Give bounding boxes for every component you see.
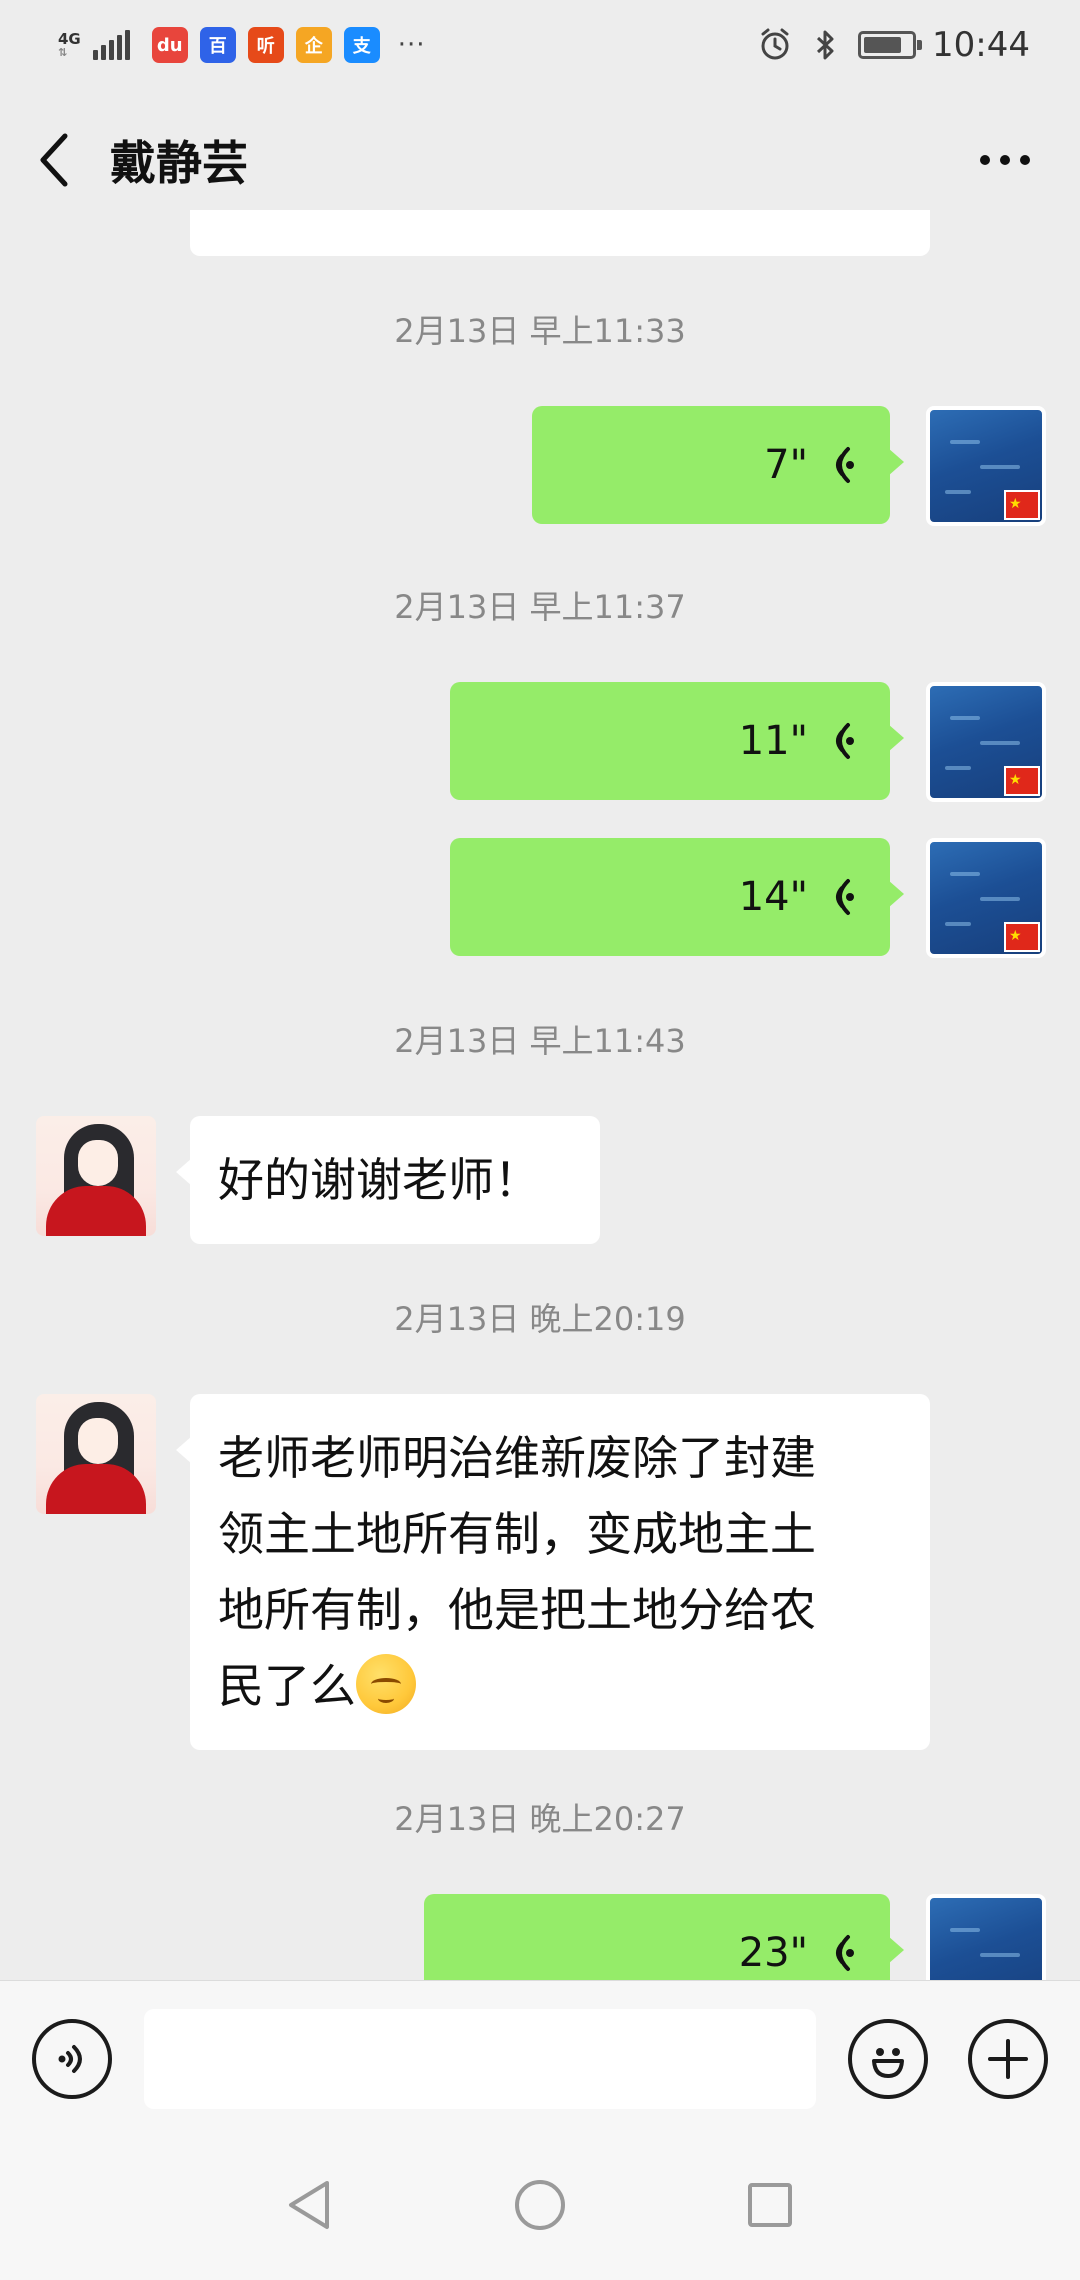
text-bubble[interactable]: 老师老师明治维新废除了封建 领主土地所有制，变成地主土 地所有制，他是把土地分给…	[176, 1394, 930, 1750]
text-bubble[interactable]: 好的谢谢老师！	[176, 1116, 600, 1244]
penguin-app-icon: 企	[295, 27, 332, 63]
message-line: 地所有制，他是把土地分给农	[218, 1583, 816, 1637]
voice-duration: 11"	[738, 718, 808, 764]
china-flag-icon: ★	[1004, 766, 1040, 796]
alarm-icon	[761, 28, 789, 60]
voice-wave-icon	[836, 723, 854, 759]
bluetooth-icon	[816, 30, 834, 60]
voice-bubble[interactable]: 11"	[450, 682, 904, 800]
nav-back-button[interactable]	[268, 2165, 348, 2245]
shy-face-emoji-icon	[356, 1654, 416, 1714]
my-avatar[interactable]	[926, 1894, 1046, 1980]
back-arrow-icon	[40, 133, 68, 187]
back-button[interactable]	[0, 110, 110, 210]
baidu-map-icon: du	[151, 27, 188, 63]
more-options-button[interactable]	[960, 110, 1050, 210]
plus-icon	[988, 2039, 1028, 2079]
status-bar: 4G ⇅ du 百听企支 ··· 10:44	[0, 0, 1080, 90]
my-avatar[interactable]: ★	[926, 838, 1046, 958]
chat-header: 戴静芸	[0, 110, 1080, 210]
timestamp: 2月13日 晚上20:19	[394, 1300, 686, 1338]
timestamp: 2月13日 早上11:33	[394, 312, 686, 350]
voice-duration: 14"	[738, 874, 808, 920]
voice-duration: 7"	[764, 442, 808, 488]
listen-app-icon: 听	[247, 27, 284, 63]
triangle-back-icon	[289, 2181, 329, 2229]
voice-duration: 23"	[738, 1930, 808, 1976]
input-bar	[0, 1980, 1080, 2135]
voice-wave-icon	[836, 879, 854, 915]
chat-title: 戴静芸	[110, 136, 248, 190]
data-arrows-icon: ⇅	[58, 46, 68, 59]
voice-wave-icon	[836, 1935, 854, 1971]
notification-icons: du 百听企支	[151, 27, 380, 63]
system-nav-bar	[0, 2135, 1080, 2280]
my-avatar[interactable]: ★	[926, 682, 1046, 802]
dot-icon	[980, 155, 990, 165]
network-indicator: 4G ⇅	[58, 30, 81, 59]
china-flag-icon: ★	[1004, 922, 1040, 952]
battery-level	[864, 37, 901, 53]
dot-icon	[1020, 155, 1030, 165]
more-notifications-icon: ···	[397, 30, 426, 60]
voice-mode-icon	[58, 2045, 82, 2073]
square-recents-icon	[748, 2183, 792, 2227]
voice-bubble[interactable]: 14"	[450, 838, 904, 956]
contact-avatar[interactable]	[36, 1116, 156, 1236]
timestamp: 2月13日 晚上20:27	[394, 1800, 686, 1838]
message-input[interactable]	[144, 2009, 816, 2109]
message-line: 老师老师明治维新废除了封建	[218, 1431, 816, 1485]
more-functions-button[interactable]	[968, 2019, 1048, 2099]
voice-wave-icon	[836, 447, 854, 483]
voice-bubble[interactable]: 23"	[424, 1894, 904, 1980]
voice-input-button[interactable]	[32, 2019, 112, 2099]
emoji-button[interactable]	[848, 2019, 928, 2099]
timestamp: 2月13日 早上11:37	[394, 588, 686, 626]
previous-message-bubble[interactable]	[190, 210, 930, 256]
status-right: 10:44	[758, 25, 1030, 65]
circle-home-icon	[515, 2180, 565, 2230]
dot-icon	[1000, 155, 1010, 165]
status-left: 4G ⇅ du 百听企支 ···	[58, 27, 426, 63]
chat-area[interactable]: 2月13日 早上11:33 7" ★ 2月13日 早上11:37 11" ★ 1…	[0, 210, 1080, 1980]
my-avatar[interactable]: ★	[926, 406, 1046, 526]
message-line: 领主土地所有制，变成地主土	[218, 1507, 816, 1561]
nav-recents-button[interactable]	[730, 2165, 810, 2245]
signal-icon	[92, 30, 130, 60]
battery-icon	[858, 31, 923, 59]
clock: 10:44	[932, 25, 1030, 65]
message-line: 民了么	[218, 1659, 356, 1713]
alipay-icon: 支	[343, 27, 380, 63]
contact-avatar[interactable]	[36, 1394, 156, 1514]
voice-bubble[interactable]: 7"	[532, 406, 904, 524]
message-text: 好的谢谢老师！	[218, 1153, 540, 1207]
network-type: 4G	[58, 30, 81, 48]
smiley-icon	[872, 2048, 904, 2078]
nav-home-button[interactable]	[500, 2165, 580, 2245]
timestamp: 2月13日 早上11:43	[394, 1022, 686, 1060]
baidu-icon: 百	[199, 27, 236, 63]
china-flag-icon: ★	[1004, 490, 1040, 520]
